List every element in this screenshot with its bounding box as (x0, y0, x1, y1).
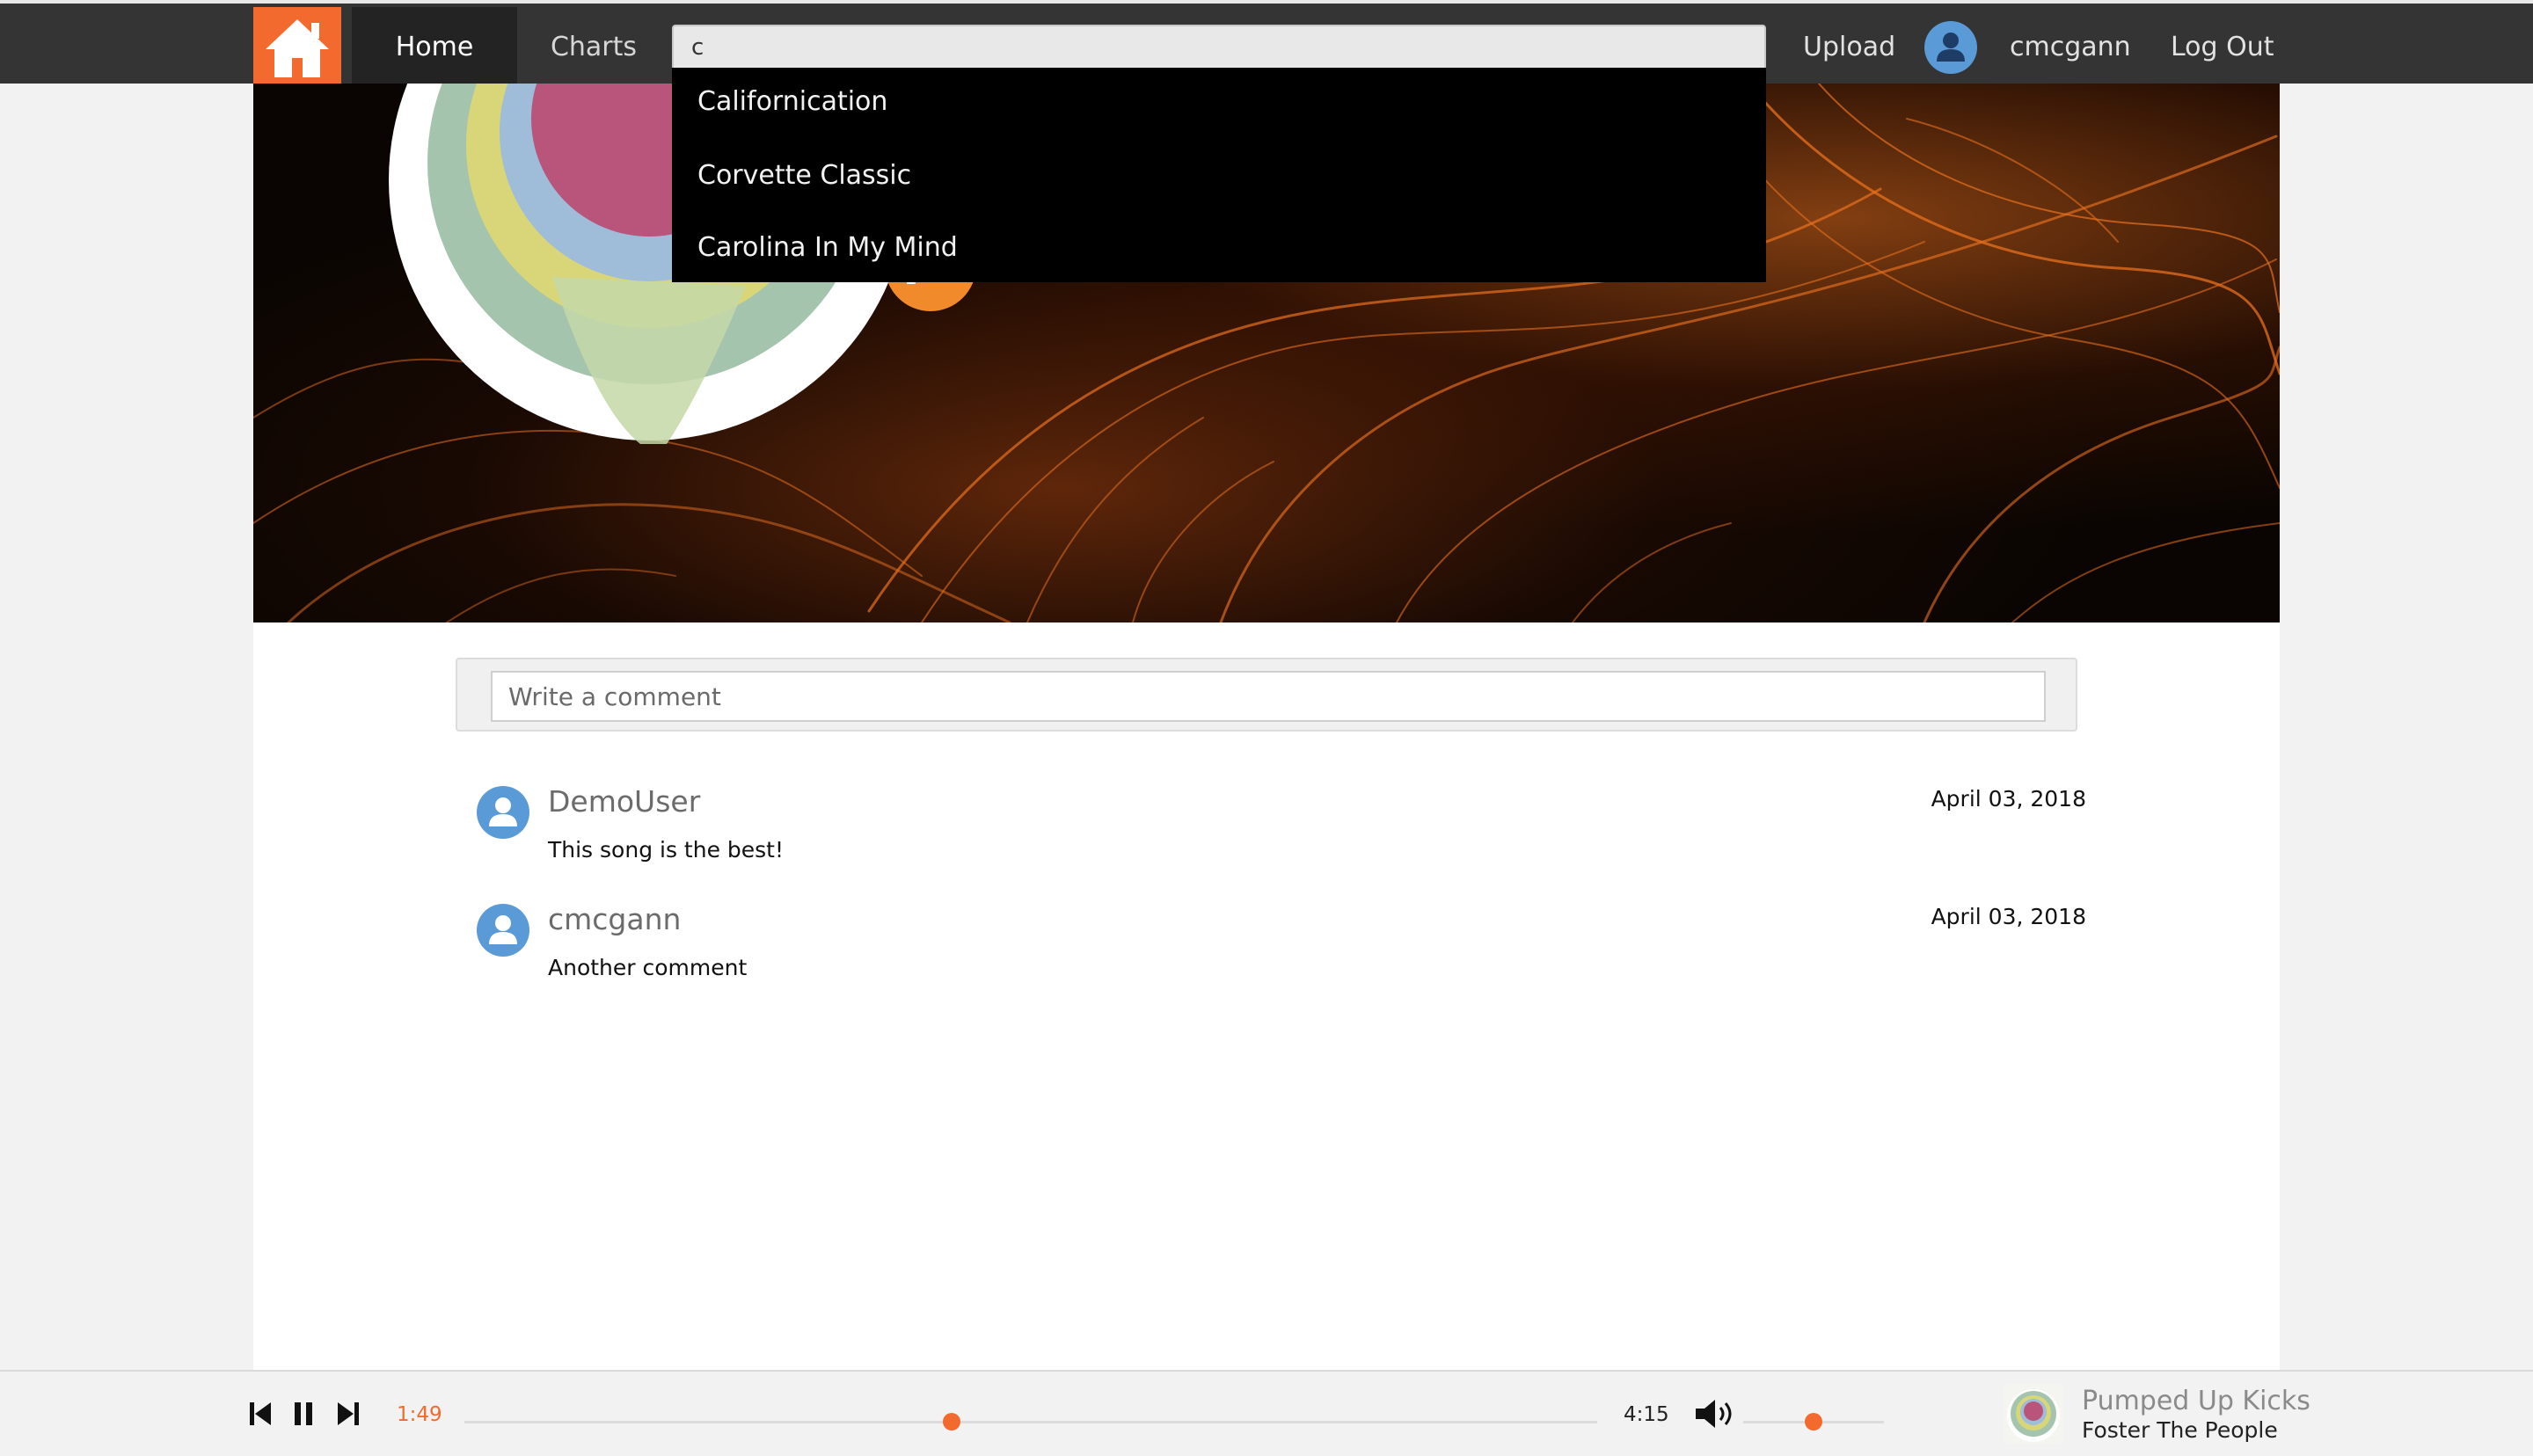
tab-charts[interactable]: Charts (519, 7, 668, 87)
suggestion-item[interactable]: Carolina In My Mind (672, 212, 1766, 284)
comment-username[interactable]: cmcgann (548, 902, 681, 936)
user-avatar[interactable] (1924, 7, 1977, 87)
comment-text: Another comment (548, 955, 748, 980)
tab-home[interactable]: Home (352, 7, 517, 87)
user-avatar-icon (1937, 32, 1965, 62)
suggestion-item[interactable]: Corvette Classic (672, 140, 1766, 212)
progress-thumb[interactable] (942, 1413, 960, 1431)
username-link[interactable]: cmcgann (2010, 7, 2131, 87)
comment-date: April 03, 2018 (1931, 786, 2086, 812)
comment-input[interactable] (491, 671, 2046, 722)
audio-player: 1:49 4:15 Pumped Up Kicks Foster The Peo… (0, 1370, 2533, 1456)
volume-icon[interactable] (1694, 1398, 1740, 1430)
home-logo-button[interactable] (253, 7, 341, 87)
volume-thumb[interactable] (1805, 1413, 1822, 1431)
now-playing-title[interactable]: Pumped Up Kicks (2082, 1386, 2310, 1416)
user-avatar-icon (489, 915, 517, 944)
avatar (477, 786, 529, 839)
comment-username[interactable]: DemoUser (548, 784, 700, 819)
progress-bar[interactable] (464, 1413, 1597, 1431)
avatar (477, 904, 529, 957)
home-icon (266, 18, 329, 77)
total-time: 4:15 (1624, 1403, 1669, 1426)
user-avatar-icon (489, 797, 517, 826)
current-time: 1:49 (397, 1403, 442, 1426)
comment-date: April 03, 2018 (1931, 904, 2086, 929)
search-suggestions: Californication Corvette Classic Carolin… (672, 68, 1766, 282)
comment-form (456, 658, 2077, 732)
search-input[interactable] (672, 25, 1766, 70)
album-thumbnail (2004, 1384, 2063, 1444)
now-playing-artist[interactable]: Foster The People (2082, 1417, 2278, 1443)
suggestion-item[interactable]: Californication (672, 68, 1766, 136)
previous-icon[interactable] (248, 1401, 273, 1427)
volume-slider[interactable] (1743, 1413, 1884, 1431)
upload-link[interactable]: Upload (1803, 7, 1895, 87)
comment-text: This song is the best! (548, 837, 785, 863)
pause-icon[interactable] (292, 1401, 315, 1427)
next-icon[interactable] (336, 1401, 361, 1427)
logout-link[interactable]: Log Out (2171, 7, 2274, 87)
